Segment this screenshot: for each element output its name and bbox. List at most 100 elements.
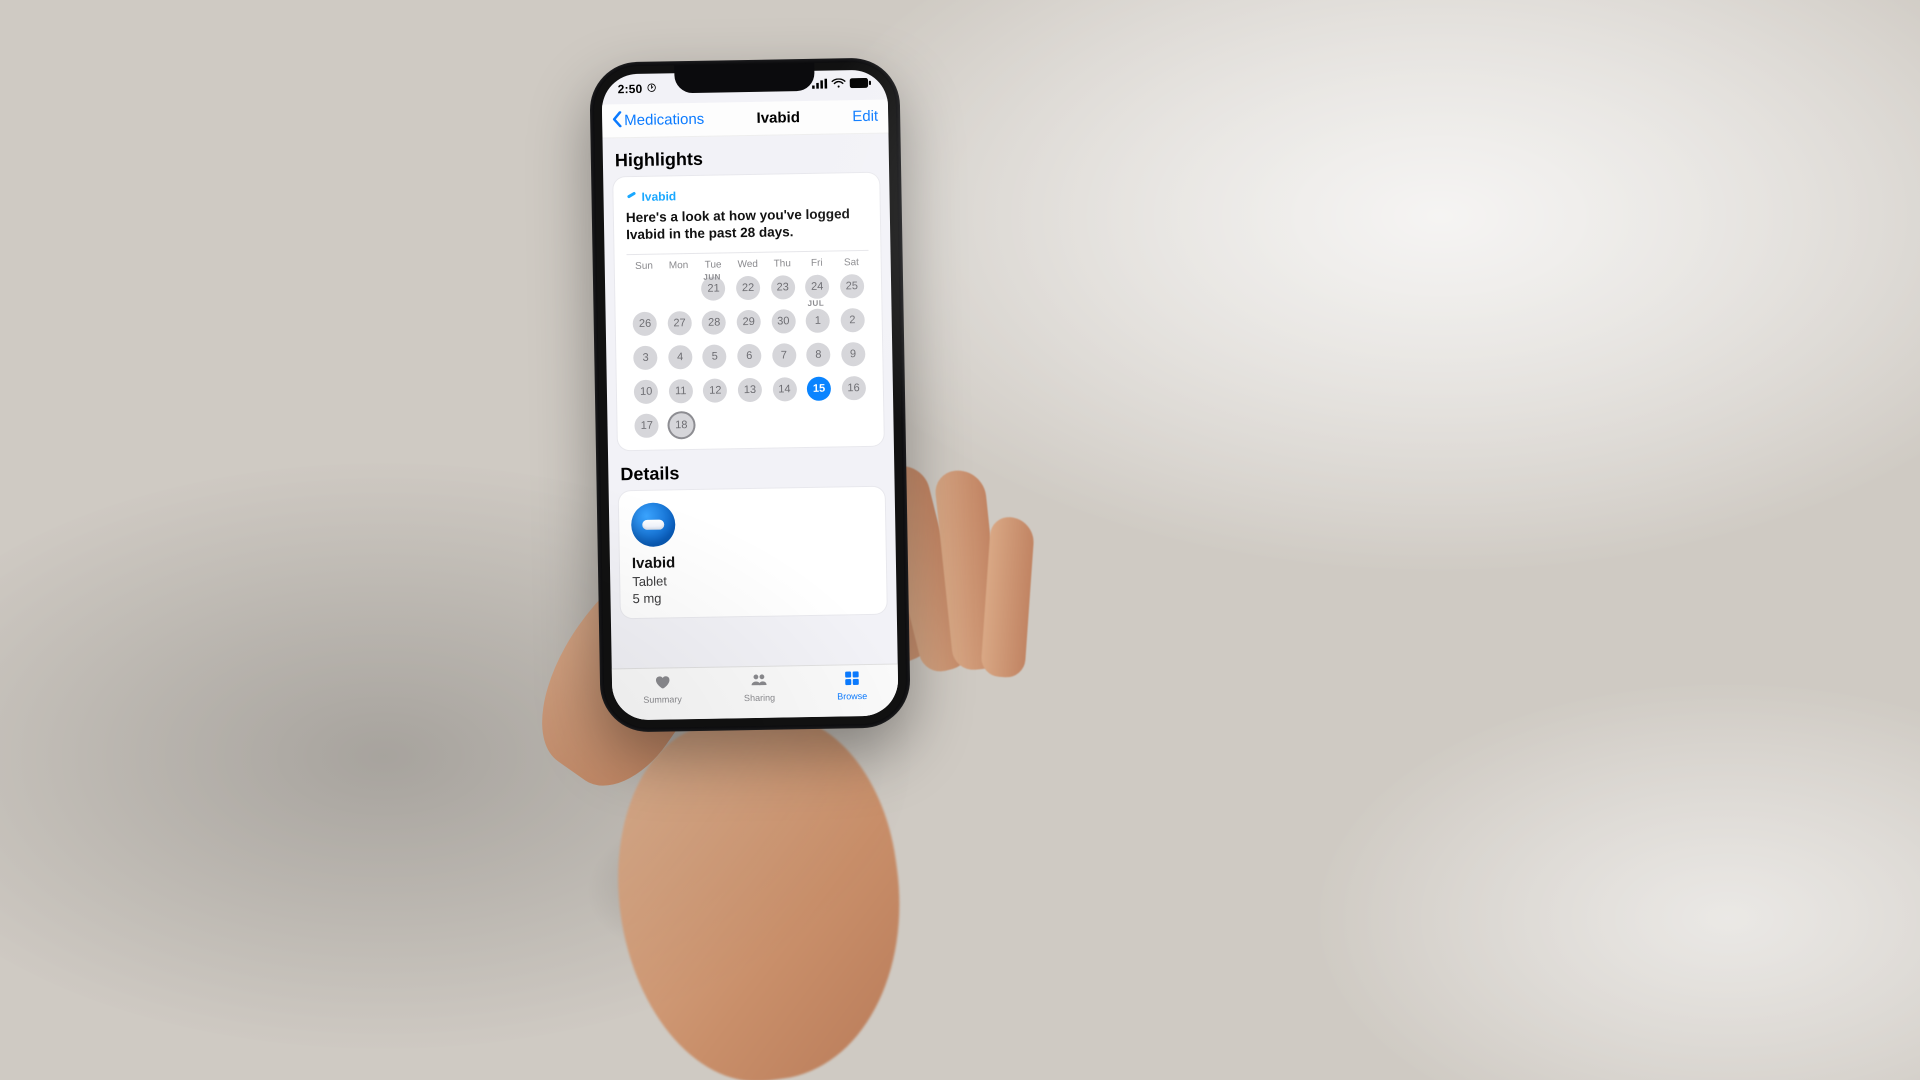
tab-sharing-label: Sharing xyxy=(744,693,775,704)
calendar-day[interactable]: 30 xyxy=(771,309,795,333)
calendar-cell: 7 xyxy=(766,343,801,368)
phone-frame: 2:50 xyxy=(589,57,911,732)
dow-fri: Fri xyxy=(799,257,834,269)
calendar-cell: 11 xyxy=(663,379,698,404)
calendar-day[interactable]: 29 xyxy=(736,310,760,334)
calendar-day[interactable]: 6 xyxy=(737,344,761,368)
details-heading: Details xyxy=(620,459,884,485)
calendar-day[interactable]: 10 xyxy=(634,379,658,403)
calendar-grid: JUN JUL 21222324252627282930123456789101… xyxy=(627,274,872,438)
calendar-day[interactable]: 11 xyxy=(669,379,693,403)
calendar-cell: 23 xyxy=(765,275,800,300)
calendar-cell: 29 xyxy=(731,309,766,334)
calendar-cell: 4 xyxy=(663,345,698,370)
month-label-jun: JUN xyxy=(703,272,721,281)
tab-sharing[interactable]: Sharing xyxy=(744,671,776,704)
calendar-day[interactable]: 24 xyxy=(805,274,829,298)
calendar-day[interactable]: 8 xyxy=(806,342,830,366)
calendar-day[interactable]: 16 xyxy=(841,376,865,400)
tablet-icon xyxy=(642,519,664,529)
calendar-cell: 10 xyxy=(629,379,664,404)
calendar-day[interactable]: 9 xyxy=(841,342,865,366)
calendar-day[interactable]: 3 xyxy=(633,345,657,369)
calendar-day[interactable]: 17 xyxy=(635,413,659,437)
medication-icon xyxy=(631,502,676,547)
nav-title: Ivabid xyxy=(756,109,800,127)
calendar-cell: 17 xyxy=(629,413,664,438)
details-card[interactable]: Ivabid Tablet 5 mg xyxy=(619,486,887,618)
calendar-day[interactable]: 23 xyxy=(770,275,794,299)
calendar-day[interactable]: 26 xyxy=(633,311,657,335)
calendar-cell: 2 xyxy=(835,308,870,333)
dow-wed: Wed xyxy=(730,258,765,270)
calendar-cell xyxy=(661,277,696,302)
capsule-icon xyxy=(625,189,637,204)
people-icon xyxy=(748,671,770,691)
calendar-day[interactable]: 25 xyxy=(840,274,864,298)
calendar-cell: 15 xyxy=(802,376,837,401)
chevron-left-icon xyxy=(612,111,622,131)
cellular-icon xyxy=(811,79,827,89)
calendar-day[interactable]: 14 xyxy=(772,377,796,401)
clock-value: 2:50 xyxy=(618,82,643,96)
tab-browse[interactable]: Browse xyxy=(837,669,868,702)
calendar-cell: 24 xyxy=(800,274,835,299)
content-scroll[interactable]: Highlights Ivabid Here's a look at how y… xyxy=(603,134,898,669)
medication-name: Ivabid xyxy=(632,551,874,572)
calendar-cell: 26 xyxy=(628,311,663,336)
dow-tue: Tue xyxy=(696,259,731,271)
calendar-cell: 14 xyxy=(767,377,802,402)
calendar-day[interactable]: 13 xyxy=(738,378,762,402)
calendar-cell: 3 xyxy=(628,345,663,370)
calendar-cell: 12 xyxy=(698,378,733,403)
tab-summary[interactable]: Summary xyxy=(643,672,682,705)
dnd-icon xyxy=(646,82,656,96)
status-time: 2:50 xyxy=(618,82,657,97)
wifi-icon xyxy=(831,78,845,88)
calendar-day[interactable]: 28 xyxy=(702,310,726,334)
calendar-day[interactable]: 4 xyxy=(668,345,692,369)
calendar-cell: 1 xyxy=(800,308,835,333)
calendar-cell: 8 xyxy=(801,342,836,367)
calendar-cell: 6 xyxy=(732,343,767,368)
heart-icon xyxy=(651,672,673,692)
back-button[interactable]: Medications xyxy=(612,109,704,131)
calendar-day[interactable]: 1 xyxy=(806,308,830,332)
highlights-heading: Highlights xyxy=(615,146,879,172)
calendar-cell: 27 xyxy=(662,311,697,336)
month-label-jul: JUL xyxy=(807,298,824,307)
highlights-card[interactable]: Ivabid Here's a look at how you've logge… xyxy=(613,173,884,450)
calendar-cell: 25 xyxy=(834,274,869,299)
calendar-cell: 28 xyxy=(697,310,732,335)
tab-browse-label: Browse xyxy=(837,691,867,702)
edit-button[interactable]: Edit xyxy=(852,108,878,125)
nav-bar: Medications Ivabid Edit xyxy=(602,100,889,139)
calendar-cell: 16 xyxy=(836,376,871,401)
calendar-day[interactable]: 12 xyxy=(703,378,727,402)
calendar-cell: 5 xyxy=(697,344,732,369)
app-screen: 2:50 xyxy=(601,70,898,721)
med-chip: Ivabid xyxy=(625,185,867,204)
highlights-headline: Here's a look at how you've logged Ivabi… xyxy=(626,206,869,244)
calendar-day[interactable]: 2 xyxy=(840,308,864,332)
calendar-day[interactable]: 5 xyxy=(703,344,727,368)
device-notch xyxy=(674,63,814,93)
medication-strength: 5 mg xyxy=(632,587,874,606)
calendar-cell: 30 xyxy=(766,309,801,334)
back-label: Medications xyxy=(624,111,704,129)
battery-icon xyxy=(849,78,871,88)
calendar-cell: 22 xyxy=(731,275,766,300)
grid-icon xyxy=(841,669,863,689)
calendar-day[interactable]: 22 xyxy=(736,276,760,300)
dow-mon: Mon xyxy=(661,260,696,272)
hand-shadow xyxy=(509,738,972,1023)
tab-bar: Summary Sharing Browse xyxy=(612,663,899,720)
calendar-day[interactable]: 7 xyxy=(772,343,796,367)
med-chip-label: Ivabid xyxy=(641,189,676,204)
calendar-cell: 9 xyxy=(836,342,871,367)
calendar-day[interactable]: 18 xyxy=(669,413,693,437)
calendar-cell: 13 xyxy=(732,377,767,402)
calendar-day[interactable]: 15 xyxy=(807,376,831,400)
calendar-day[interactable]: 27 xyxy=(667,311,691,335)
tab-summary-label: Summary xyxy=(643,694,682,705)
